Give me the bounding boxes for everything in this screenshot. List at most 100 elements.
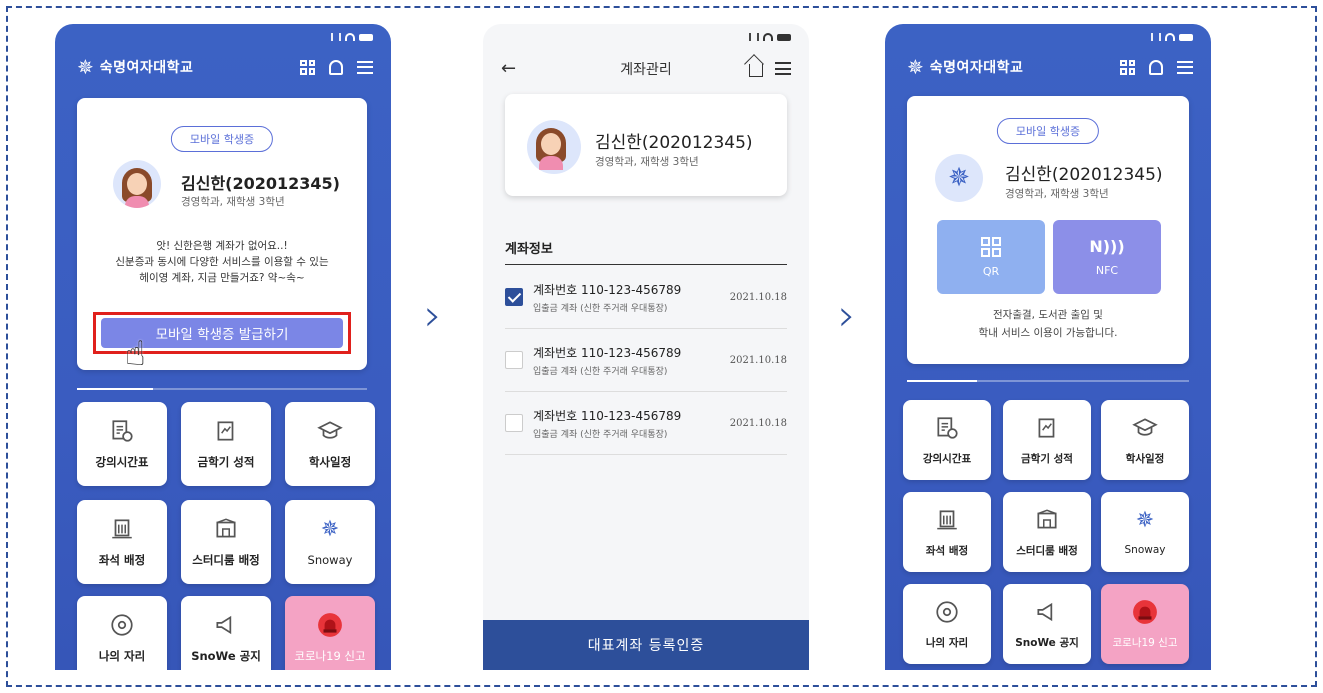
menu-tile-label: 금학기 성적 — [1021, 452, 1073, 465]
menu-tile-myseat[interactable]: 나의 자리 — [903, 584, 991, 664]
menu-tile-label: 나의 자리 — [98, 649, 146, 663]
university-logo-icon: ✵ — [907, 55, 924, 79]
menu-tile-notice[interactable]: SnoWe 공지 — [181, 596, 271, 670]
mobile-id-badge[interactable]: 모바일 학생증 — [996, 118, 1100, 144]
menu-tile-notice[interactable]: SnoWe 공지 — [1003, 584, 1091, 664]
menu-tile-seat[interactable]: 좌석 배정 — [903, 492, 991, 572]
section-title: 계좌정보 — [505, 242, 553, 257]
account-info-section: 계좌정보 — [505, 238, 787, 265]
bell-icon[interactable] — [1149, 59, 1163, 75]
student-id-card: 모바일 학생증 김신한(202012345) 경영학과, 재학생 3학년 앗! … — [77, 98, 367, 374]
university-logo-icon: ✵ — [77, 55, 94, 79]
student-dept: 경영학과, 재학생 3학년 — [595, 156, 699, 168]
notice-line: 헤이영 계좌, 지금 만들거죠? 약~속~ — [139, 272, 305, 284]
hand-pointer-icon: ☝ — [125, 334, 146, 374]
qr-label: QR — [982, 264, 1000, 278]
menu-tile-label: 좌석 배정 — [98, 553, 146, 567]
menu-tile-snoway[interactable]: ✵ Snoway — [1101, 492, 1189, 572]
menu-tile-label: Snoway — [1124, 544, 1166, 556]
qr-button[interactable]: QR — [937, 220, 1045, 294]
app-header: ✵ 숙명여자대학교 — [907, 54, 1193, 80]
menu-tile-label: 좌석 배정 — [925, 544, 969, 557]
student-name: 김신한(202012345) — [1005, 165, 1163, 185]
menu-tile-label: 나의 자리 — [925, 636, 969, 649]
account-number: 계좌번호 110-123-456789 — [533, 346, 682, 360]
menu-tile-label: 학사일정 — [308, 455, 352, 469]
account-number: 계좌번호 110-123-456789 — [533, 283, 682, 297]
account-row[interactable]: 계좌번호 110-123-456789 입출금 계좌 (신한 주거래 우대통장)… — [505, 329, 787, 392]
siren-icon — [1133, 599, 1157, 624]
student-id-card: 모바일 학생증 ✵ 김신한(202012345) 경영학과, 재학생 3학년 Q… — [907, 96, 1189, 364]
account-row[interactable]: 계좌번호 110-123-456789 입출금 계좌 (신한 주거래 우대통장)… — [505, 392, 787, 455]
status-bar — [749, 32, 791, 42]
info-line: 전자출결, 도서관 출입 및 — [993, 309, 1103, 321]
menu-tile-timetable[interactable]: 강의시간표 — [903, 400, 991, 480]
account-type: 입출금 계좌 (신한 주거래 우대통장) — [533, 304, 668, 314]
menu-icon[interactable] — [775, 62, 791, 75]
student-dept: 경영학과, 재학생 3학년 — [181, 196, 285, 208]
qr-icon[interactable] — [300, 59, 315, 75]
account-type: 입출금 계좌 (신한 주거래 우대통장) — [533, 367, 668, 377]
menu-tile-label: 코로나19 신고 — [1112, 636, 1178, 649]
menu-tile-label: 학사일정 — [1125, 452, 1165, 465]
grades-icon — [217, 421, 234, 441]
page-indicator — [77, 388, 367, 390]
account-row[interactable]: 계좌번호 110-123-456789 입출금 계좌 (신한 주거래 우대통장)… — [505, 266, 787, 329]
menu-tile-covid-report[interactable]: 코로나19 신고 — [285, 596, 375, 670]
account-date: 2021.10.18 — [729, 418, 787, 429]
menu-tile-studyroom[interactable]: 스터디룸 배정 — [1003, 492, 1091, 572]
phone-screen-3: ✵ 숙명여자대학교 모바일 학생증 ✵ 김신한(202012345) 경영학과,… — [885, 24, 1211, 670]
status-bar — [331, 32, 373, 42]
avatar — [113, 160, 161, 208]
menu-tile-grades[interactable]: 금학기 성적 — [181, 402, 271, 486]
university-name: 숙명여자대학교 — [929, 60, 1024, 76]
siren-icon — [318, 613, 342, 637]
timetable-icon — [112, 420, 133, 442]
account-checkbox[interactable] — [505, 288, 523, 306]
account-number: 계좌번호 110-123-456789 — [533, 409, 682, 423]
app-header: ← 계좌관리 — [501, 58, 791, 79]
phone-screen-2: ← 계좌관리 김신한(202012345) 경영학과, 재학생 3학년 계좌정보… — [483, 24, 809, 670]
menu-tile-label: 스터디룸 배정 — [192, 553, 260, 567]
menu-tile-grades[interactable]: 금학기 성적 — [1003, 400, 1091, 480]
service-info: 전자출결, 도서관 출입 및 학내 서비스 이용이 가능합니다. — [907, 306, 1189, 342]
menu-tile-seat[interactable]: 좌석 배정 — [77, 500, 167, 584]
menu-icon[interactable] — [1177, 60, 1193, 74]
menu-icon[interactable] — [357, 60, 373, 74]
nfc-button[interactable]: N))) NFC — [1053, 220, 1161, 294]
student-name: 김신한(202012345) — [595, 133, 753, 153]
graduation-cap-icon — [317, 421, 343, 439]
menu-tile-snoway[interactable]: ✵ Snoway — [285, 500, 375, 584]
mobile-id-badge[interactable]: 모바일 학생증 — [170, 126, 274, 152]
study-room-icon — [216, 518, 236, 538]
menu-tile-timetable[interactable]: 강의시간표 — [77, 402, 167, 486]
megaphone-icon — [1037, 602, 1053, 621]
account-notice: 앗! 신한은행 계좌가 없어요..! 신분증과 동시에 다양한 서비스를 이용할… — [77, 238, 367, 286]
register-primary-account-button[interactable]: 대표계좌 등록인증 — [483, 620, 809, 670]
info-line: 학내 서비스 이용이 가능합니다. — [978, 327, 1118, 339]
menu-tile-covid-report[interactable]: 코로나19 신고 — [1101, 584, 1189, 664]
avatar — [527, 120, 581, 174]
menu-tile-schedule[interactable]: 학사일정 — [1101, 400, 1189, 480]
menu-tile-studyroom[interactable]: 스터디룸 배정 — [181, 500, 271, 584]
menu-tile-myseat[interactable]: 나의 자리 — [77, 596, 167, 670]
graduation-cap-icon — [1132, 417, 1158, 436]
megaphone-icon — [216, 615, 232, 635]
account-date: 2021.10.18 — [729, 355, 787, 366]
menu-tile-schedule[interactable]: 학사일정 — [285, 402, 375, 486]
bell-icon[interactable] — [329, 59, 343, 75]
app-header: ✵ 숙명여자대학교 — [77, 54, 373, 80]
location-icon — [111, 614, 133, 636]
study-room-icon — [1037, 508, 1057, 528]
account-type: 입출금 계좌 (신한 주거래 우대통장) — [533, 430, 668, 440]
back-arrow-icon[interactable]: ← — [501, 58, 516, 79]
account-checkbox[interactable] — [505, 414, 523, 432]
notice-line: 신분증과 동시에 다양한 서비스를 이용할 수 있는 — [115, 256, 329, 268]
account-checkbox[interactable] — [505, 351, 523, 369]
timetable-icon — [937, 416, 958, 439]
building-icon — [112, 519, 132, 539]
menu-tile-label: 스터디룸 배정 — [1016, 544, 1078, 557]
building-icon — [937, 509, 957, 529]
home-icon[interactable] — [749, 64, 763, 77]
qr-icon[interactable] — [1120, 59, 1135, 75]
